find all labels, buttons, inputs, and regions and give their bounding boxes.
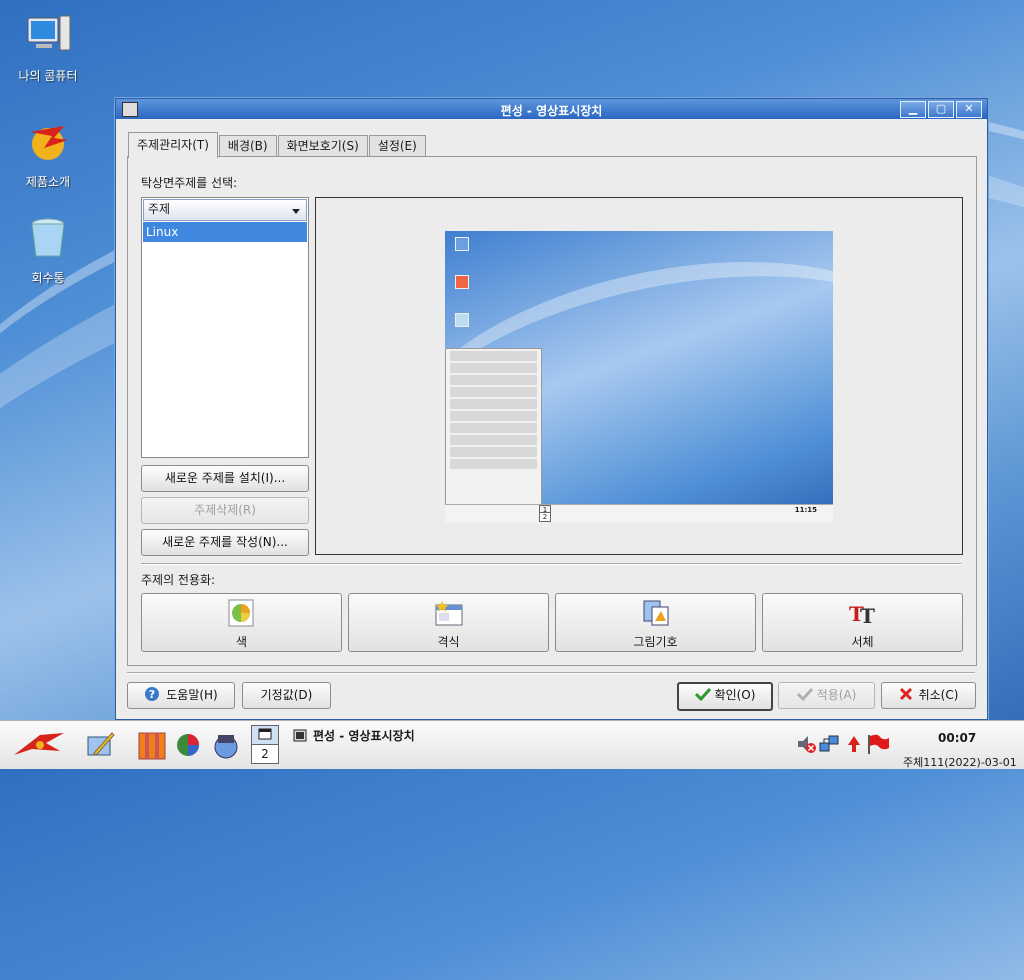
window-task-icon — [293, 729, 307, 742]
product-intro-icon — [30, 126, 68, 160]
theme-category-value: 주제 — [148, 202, 171, 216]
text-editor-launcher-icon[interactable] — [84, 729, 116, 761]
computer-icon — [27, 15, 71, 51]
icons-theme-icon — [643, 600, 668, 626]
theme-preview-screenshot: 1 2 11:15 — [445, 231, 833, 522]
office-launcher-icon[interactable] — [136, 729, 168, 761]
chevron-down-icon — [292, 209, 300, 214]
window-title: 편성 - 영상표시장치 — [500, 104, 603, 118]
maximize-button[interactable]: ▢ — [928, 101, 954, 118]
taskbar: 2 편성 - 영상표시장치 00:07 주체111(2022)-03-01 — [0, 720, 1024, 769]
ok-button[interactable]: 확인(O) — [677, 682, 773, 711]
section-divider — [141, 563, 961, 565]
tab-settings[interactable]: 설정(E) — [368, 135, 426, 157]
icons-button[interactable]: 그림기호 — [555, 593, 756, 652]
window-style-icon — [435, 601, 462, 626]
desktop-icon-product-intro[interactable]: 제품소개 — [3, 118, 93, 190]
network-icon[interactable] — [818, 733, 840, 755]
preview-clock: 11:15 — [794, 506, 817, 514]
cancel-x-icon — [899, 687, 912, 701]
start-menu-icon[interactable] — [10, 729, 68, 761]
preview-pager-2: 2 — [539, 512, 551, 522]
display-settings-window: 편성 - 영상표시장치 ▁ ▢ ✕ 주제관리자(T) 배경(B) 화면보호기(S… — [115, 98, 988, 720]
checkmark-icon — [694, 687, 711, 702]
style-button-label: 격식 — [437, 635, 460, 649]
install-theme-button[interactable]: 새로운 주제를 설치(I)... — [141, 465, 309, 492]
font-icon: T T — [849, 602, 875, 628]
theme-category-combo[interactable]: 주제 — [143, 199, 307, 221]
list-item[interactable]: Linux — [143, 222, 307, 242]
help-icon: ? — [145, 687, 160, 701]
pager-desktop-1[interactable] — [251, 725, 279, 745]
media-player-launcher-icon[interactable] — [210, 729, 242, 761]
desktop-icon-label: 회수통 — [31, 271, 65, 285]
style-button[interactable]: 격식 — [348, 593, 549, 652]
theme-list[interactable]: 주제 Linux — [141, 197, 309, 458]
help-button-label: 도움말(H) — [166, 688, 218, 702]
colors-button-label: 색 — [235, 635, 248, 649]
apply-button-label: 적용(A) — [816, 688, 857, 702]
desktop-icon-trash[interactable]: 회수통 — [3, 214, 93, 286]
footer-divider — [127, 672, 975, 674]
preview-product-icon — [455, 275, 469, 289]
theme-manager-panel: 탁상면주제를 선택: 주제 Linux 새로운 주제를 설치(I)... 주제삭… — [127, 156, 977, 666]
fonts-button[interactable]: T T 서체 — [762, 593, 963, 652]
desktop-icon-my-computer[interactable]: 나의 콤퓨터 — [3, 12, 93, 84]
window-mini-icon — [258, 728, 272, 740]
desktop-icon-label: 제품소개 — [25, 175, 71, 189]
desktop-pager[interactable]: 2 — [251, 725, 279, 765]
cancel-button[interactable]: 취소(C) — [881, 682, 976, 709]
tab-bar: 주제관리자(T) 배경(B) 화면보호기(S) 설정(E) — [128, 132, 427, 158]
apply-button[interactable]: 적용(A) — [778, 682, 875, 709]
colors-button[interactable]: 색 — [141, 593, 342, 652]
create-theme-button[interactable]: 새로운 주제를 작성(N)... — [141, 529, 309, 556]
ok-button-label: 확인(O) — [714, 688, 756, 702]
minimize-button[interactable]: ▁ — [900, 101, 926, 118]
customize-theme-label: 주제의 전용화: — [141, 573, 216, 587]
preview-computer-icon — [455, 237, 469, 251]
cancel-button-label: 취소(C) — [918, 688, 959, 702]
speaker-muted-icon[interactable] — [796, 733, 818, 755]
browser-launcher-icon[interactable] — [174, 729, 206, 761]
select-theme-label: 탁상면주제를 선택: — [141, 176, 238, 190]
delete-theme-button[interactable]: 주제삭제(R) — [141, 497, 309, 524]
taskbar-window-button[interactable]: 편성 - 영상표시장치 — [293, 727, 415, 744]
checkmark-icon — [796, 687, 813, 702]
color-palette-icon — [228, 599, 253, 627]
pager-desktop-2[interactable]: 2 — [251, 745, 279, 764]
clock[interactable]: 00:07 — [938, 731, 976, 745]
preview-trash-icon — [455, 313, 469, 327]
flag-icon[interactable] — [866, 733, 890, 755]
taskbar-window-title: 편성 - 영상표시장치 — [313, 729, 415, 743]
theme-preview: 1 2 11:15 — [315, 197, 963, 555]
desktop-icon-label: 나의 콤퓨터 — [18, 69, 78, 83]
update-notifier-icon[interactable] — [846, 735, 862, 753]
icons-button-label: 그림기호 — [633, 635, 678, 649]
tab-theme-manager[interactable]: 주제관리자(T) — [128, 132, 218, 158]
window-titlebar[interactable]: 편성 - 영상표시장치 ▁ ▢ ✕ — [116, 99, 987, 119]
help-button[interactable]: ? 도움말(H) — [127, 682, 235, 709]
defaults-button[interactable]: 기정값(D) — [242, 682, 331, 709]
tab-background[interactable]: 배경(B) — [218, 135, 277, 157]
fonts-button-label: 서체 — [851, 635, 874, 649]
preview-start-menu — [445, 348, 542, 505]
preview-taskbar: 1 2 11:15 — [445, 504, 833, 522]
trash-icon — [31, 218, 65, 257]
svg-text:T: T — [860, 604, 875, 627]
tab-screensaver[interactable]: 화면보호기(S) — [277, 135, 368, 157]
close-button[interactable]: ✕ — [956, 101, 982, 118]
svg-text:?: ? — [149, 688, 155, 701]
